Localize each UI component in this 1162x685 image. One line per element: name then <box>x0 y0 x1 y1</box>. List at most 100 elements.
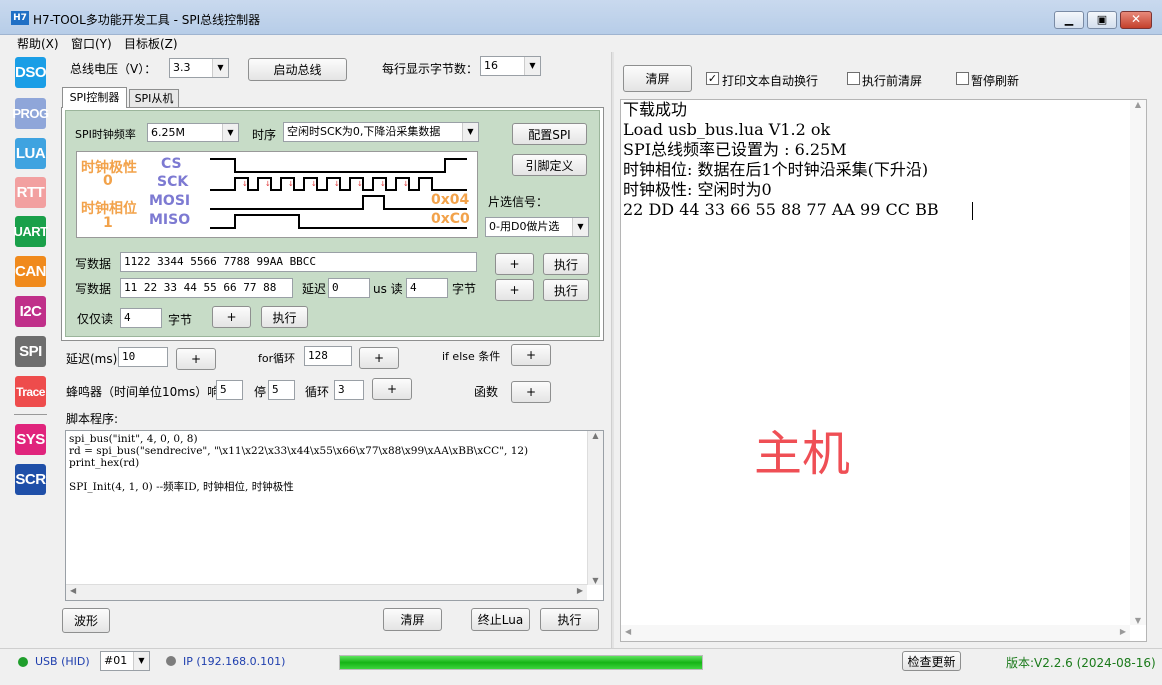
close-button[interactable]: ✕ <box>1120 11 1152 29</box>
write2-input[interactable]: 11 22 33 44 55 66 77 88 <box>120 278 293 298</box>
function-plus-button[interactable]: + <box>511 381 551 403</box>
bytes-per-line-select[interactable]: 16 ▼ <box>480 56 541 76</box>
svg-text:↓: ↓ <box>334 180 340 188</box>
write2-exec-button[interactable]: 执行 <box>543 279 589 301</box>
for-plus-button[interactable]: + <box>359 347 399 369</box>
script-line: SPI_Init(4, 1, 0) --频率ID, 时钟相位, 时钟极性 <box>69 481 294 493</box>
chevron-down-icon: ▼ <box>462 123 478 141</box>
script-scrollbar-h[interactable]: ◀ ▶ <box>66 584 587 600</box>
tab-spi-slave[interactable]: SPI从机 <box>129 89 179 108</box>
readonly-input[interactable]: 4 <box>120 308 162 328</box>
readonly-exec-button[interactable]: 执行 <box>261 306 308 328</box>
write2-read-input[interactable]: 4 <box>406 278 448 298</box>
pause-refresh-checkbox[interactable] <box>956 72 969 85</box>
sidebar-scr-button[interactable]: SCR <box>15 464 46 495</box>
window-title: H7-TOOL多功能开发工具 - SPI总线控制器 <box>33 13 261 27</box>
output-line: 22 DD 44 33 66 55 88 77 AA 99 CC BB <box>623 200 939 219</box>
sidebar-prog-button[interactable]: PROG <box>12 98 49 129</box>
pane-divider[interactable] <box>611 52 614 648</box>
pause-refresh-label: 暂停刷新 <box>971 74 1020 88</box>
timing-select[interactable]: 空闲时SCK为0,下降沿采集数据 ▼ <box>283 122 479 142</box>
stop-lua-button[interactable]: 终止Lua <box>471 608 530 631</box>
sidebar-uart-button[interactable]: UART <box>13 216 48 247</box>
bytes-per-line-label: 每行显示字节数： <box>382 62 479 76</box>
menu-bar: 帮助(X) 窗口(Y) 目标板(Z) <box>0 35 1162 52</box>
menu-window[interactable]: 窗口(Y) <box>71 35 112 52</box>
maximize-button[interactable]: ▣ <box>1087 11 1117 29</box>
for-loop-input[interactable]: 128 <box>304 346 352 366</box>
svg-text:↓: ↓ <box>311 180 317 188</box>
wrap-checkbox[interactable]: ✓ <box>706 72 719 85</box>
chevron-down-icon: ▼ <box>524 57 540 75</box>
usb-status-dot-icon <box>18 657 28 667</box>
script-line <box>69 469 528 481</box>
delay-ms-input[interactable]: 10 <box>118 347 168 367</box>
sidebar-dso-button[interactable]: DSO <box>15 57 47 88</box>
menu-help[interactable]: 帮助(X) <box>17 35 59 52</box>
waveform-button[interactable]: 波形 <box>62 608 110 633</box>
timing-label: 时序 <box>252 128 277 142</box>
sidebar-spi-button[interactable]: SPI <box>15 336 46 367</box>
minimize-button[interactable]: ▁ <box>1054 11 1084 29</box>
svg-text:↓: ↓ <box>357 180 363 188</box>
beep-plus-button[interactable]: + <box>372 378 412 400</box>
config-spi-button[interactable]: 配置SPI <box>512 123 587 145</box>
sidebar-trace-button[interactable]: Trace <box>15 376 46 407</box>
tab-spi-controller[interactable]: SPI控制器 <box>62 87 127 108</box>
ifelse-label: if else 条件 <box>442 350 501 363</box>
run-script-button[interactable]: 执行 <box>540 608 599 631</box>
script-clear-button[interactable]: 清屏 <box>383 608 442 631</box>
sidebar-sys-button[interactable]: SYS <box>15 424 46 455</box>
readonly-bytes-label: 字节 <box>168 313 193 327</box>
sidebar-can-button[interactable]: CAN <box>15 256 47 287</box>
svg-text:↓: ↓ <box>288 180 294 188</box>
svg-text:↓: ↓ <box>380 180 386 188</box>
write2-plus-button[interactable]: + <box>495 279 534 301</box>
spi-freq-select[interactable]: 6.25M ▼ <box>147 123 239 142</box>
readonly-plus-button[interactable]: + <box>212 306 251 328</box>
timing-diagram: 时钟极性 0 时钟相位 1 CS SCK MOSI MISO 0x04 0xC0… <box>76 151 478 238</box>
chevron-down-icon: ▼ <box>133 652 149 670</box>
script-editor[interactable]: spi_bus("init", 4, 0, 0, 8) rd = spi_bus(… <box>65 430 604 601</box>
beep-on-input[interactable]: 5 <box>216 380 243 400</box>
svg-text:↓: ↓ <box>403 180 409 188</box>
sidebar-rtt-button[interactable]: RTT <box>15 177 46 208</box>
cs-select[interactable]: 0-用D0做片选 ▼ <box>485 217 589 237</box>
waveforms: ↓ ↓ ↓ ↓ ↓ ↓ ↓ ↓ <box>210 158 467 229</box>
sidebar-lua-button[interactable]: LUA <box>15 138 46 169</box>
check-update-button[interactable]: 检查更新 <box>902 651 961 671</box>
chevron-down-icon: ▼ <box>572 218 588 236</box>
output-line: 下载成功 <box>623 100 688 119</box>
script-text: spi_bus("init", 4, 0, 0, 8) rd = spi_bus(… <box>69 433 528 493</box>
beep-off-input[interactable]: 5 <box>268 380 295 400</box>
start-bus-button[interactable]: 启动总线 <box>248 58 347 81</box>
output-console[interactable]: 下载成功 Load usb_bus.lua V1.2 ok SPI总线频率已设置为 … <box>620 99 1147 642</box>
wrap-label: 打印文本自动换行 <box>722 74 819 88</box>
menu-target[interactable]: 目标板(Z) <box>124 35 178 52</box>
write1-exec-button[interactable]: 执行 <box>543 253 589 275</box>
output-scrollbar-v[interactable]: ▲ ▼ <box>1130 100 1146 625</box>
write2-delay-input[interactable]: 0 <box>328 278 370 298</box>
beep-loop-input[interactable]: 3 <box>334 380 364 400</box>
delay-ms-label: 延迟(ms) <box>66 352 118 366</box>
readonly-label: 仅仅读 <box>77 312 114 326</box>
svg-text:↓: ↓ <box>242 180 248 188</box>
output-clear-button[interactable]: 清屏 <box>623 65 692 92</box>
ifelse-plus-button[interactable]: + <box>511 344 551 366</box>
script-scrollbar-v[interactable]: ▲ ▼ <box>587 431 603 585</box>
voltage-select[interactable]: 3.3 ▼ <box>169 58 229 78</box>
output-text: 下载成功 Load usb_bus.lua V1.2 ok SPI总线频率已设置为 … <box>623 100 939 220</box>
sidebar-i2c-button[interactable]: I2C <box>15 296 46 327</box>
port-select[interactable]: #01 ▼ <box>100 651 150 671</box>
pin-define-button[interactable]: 引脚定义 <box>512 154 587 176</box>
output-scrollbar-h[interactable]: ◀ ▶ <box>621 625 1130 641</box>
voltage-label: 总线电压（V）： <box>70 62 157 76</box>
app-logo: H7 <box>11 11 29 25</box>
function-label: 函数 <box>474 385 499 399</box>
output-line: Load usb_bus.lua V1.2 ok <box>623 120 831 139</box>
write1-plus-button[interactable]: + <box>495 253 534 275</box>
write1-input[interactable]: 1122 3344 5566 7788 99AA BBCC <box>120 252 477 272</box>
pre-clear-checkbox[interactable] <box>847 72 860 85</box>
delay-plus-button[interactable]: + <box>176 348 216 370</box>
beep-off-label: 停 <box>254 385 267 399</box>
